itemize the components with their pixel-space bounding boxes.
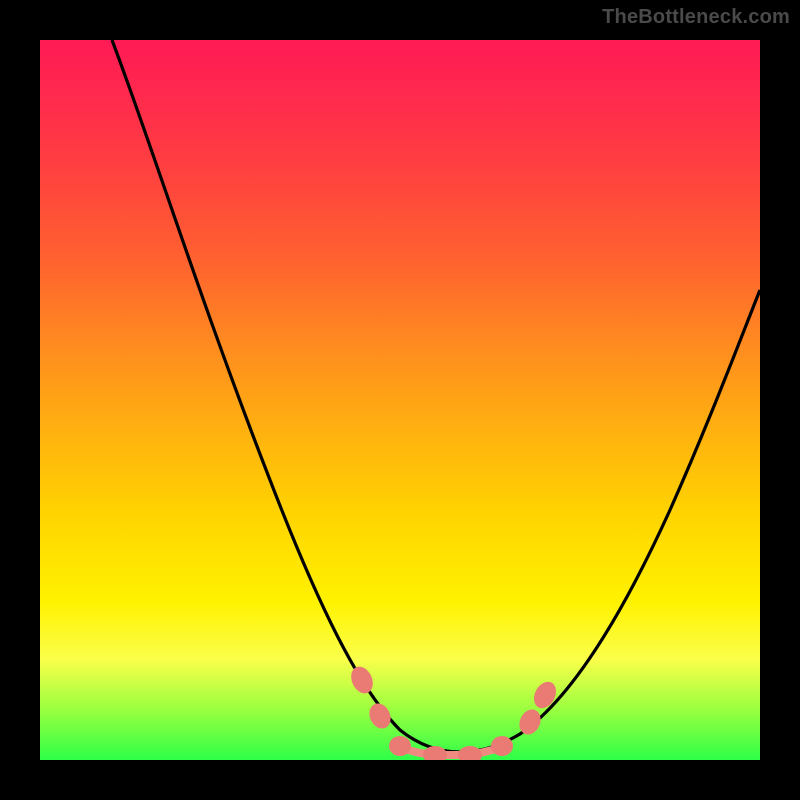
marker-group xyxy=(347,663,560,760)
curve-layer xyxy=(40,40,760,760)
marker-dot xyxy=(389,736,411,756)
marker-dot xyxy=(423,746,447,760)
marker-dot xyxy=(458,746,482,760)
marker-link xyxy=(400,748,500,755)
marker-dot xyxy=(347,663,377,697)
marker-dot xyxy=(530,678,561,712)
marker-dot xyxy=(365,700,394,732)
marker-dot xyxy=(491,736,513,756)
bottleneck-curve xyxy=(112,40,760,752)
attribution-label: TheBottleneck.com xyxy=(602,6,790,29)
plot-area xyxy=(40,40,760,760)
marker-dot xyxy=(515,706,544,738)
chart-frame: TheBottleneck.com xyxy=(0,0,800,800)
